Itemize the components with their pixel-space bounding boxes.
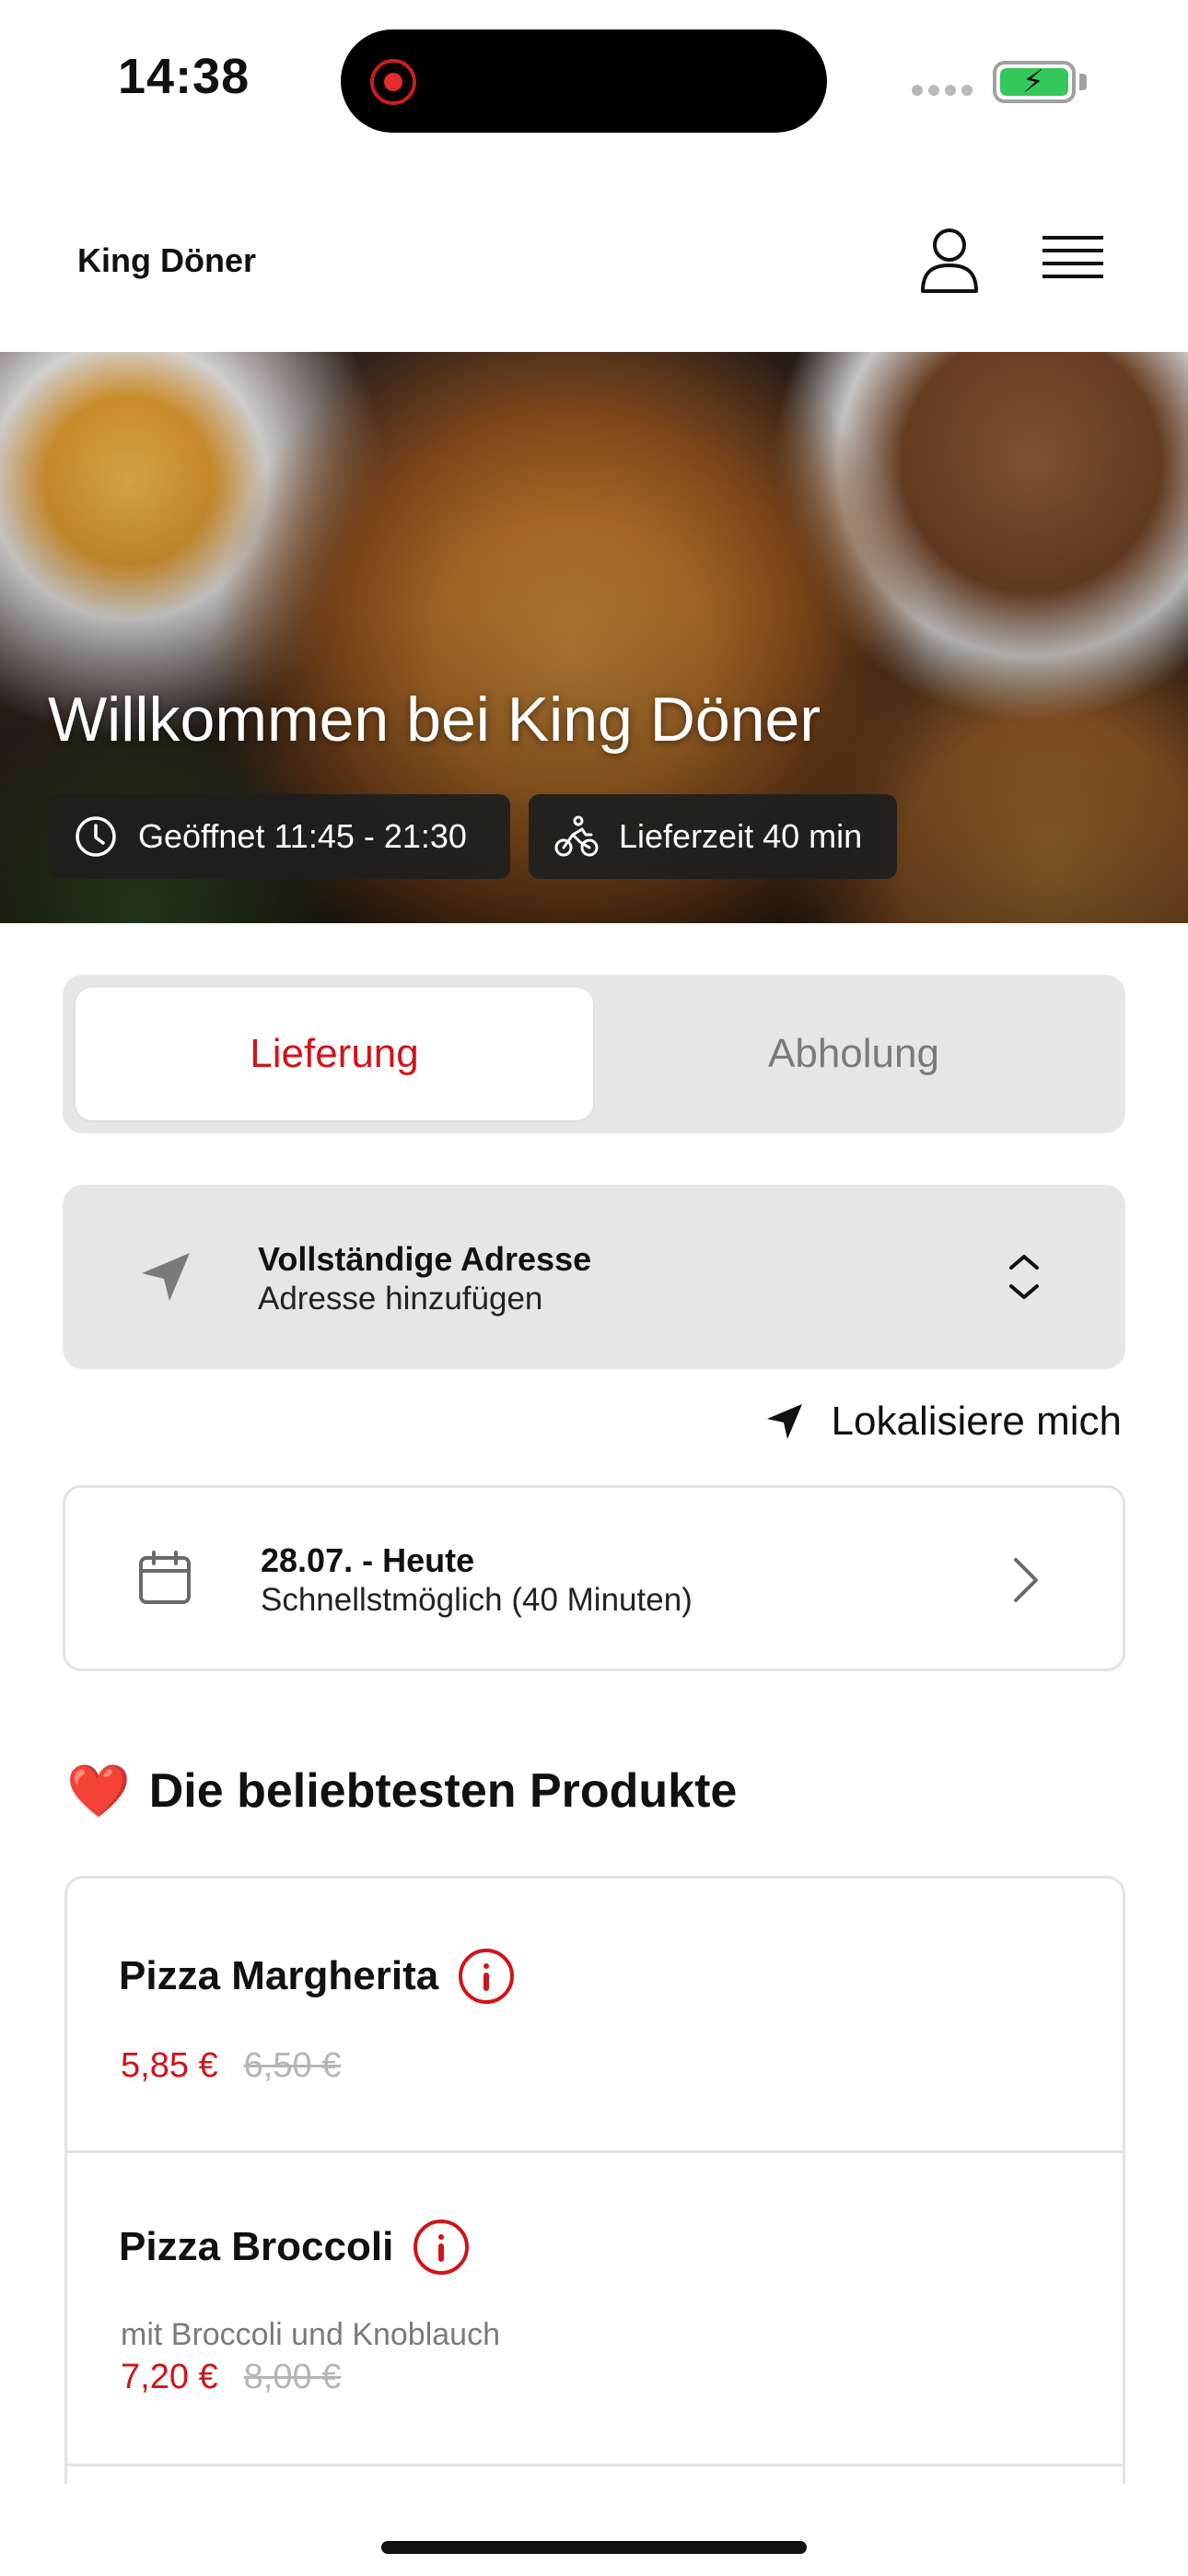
product-name: Pizza Margherita — [119, 1953, 439, 1998]
navigation-arrow-icon — [142, 1253, 190, 1301]
delivery-date-selector[interactable]: 28.07. - Heute Schnellstmöglich (40 Minu… — [63, 1485, 1125, 1671]
brand-name[interactable]: King Döner — [77, 241, 256, 280]
clock-icon — [76, 816, 116, 857]
tab-delivery[interactable]: Lieferung — [76, 988, 593, 1120]
address-subtitle: Adresse hinzufügen — [258, 1281, 543, 1317]
order-mode-toggle: Lieferung Abholung — [63, 975, 1125, 1133]
product-price-row: 7,20 € 8,00 € — [121, 2358, 341, 2397]
address-title: Vollständige Adresse — [258, 1240, 592, 1278]
tab-pickup[interactable]: Abholung — [595, 988, 1112, 1120]
product-name-row: Pizza Broccoli — [119, 2219, 470, 2275]
heart-icon: ❤️ — [66, 1762, 131, 1820]
status-time: 14:38 — [118, 49, 250, 104]
product-price-row: 5,85 € 6,50 € — [121, 2046, 341, 2086]
product-item[interactable]: Pizza Margherita 5,85 € 6,50 € — [67, 1879, 1123, 2153]
date-title: 28.07. - Heute — [261, 1541, 475, 1579]
bicycle-courier-icon — [554, 815, 599, 857]
locate-me-button[interactable]: Lokalisiere mich — [763, 1399, 1122, 1445]
info-icon[interactable] — [413, 2219, 470, 2275]
product-old-price: 8,00 € — [243, 2358, 342, 2396]
opening-hours-text: Geöffnet 11:45 - 21:30 — [138, 817, 467, 855]
hero-banner: Willkommen bei King Döner Geöffnet 11:45… — [0, 352, 1188, 923]
info-icon[interactable] — [459, 1949, 515, 2004]
hero-title: Willkommen bei King Döner — [48, 685, 821, 755]
product-price: 5,85 € — [121, 2046, 218, 2085]
product-description: mit Broccoli und Knoblauch — [121, 2317, 501, 2352]
popular-products-title: Die beliebtesten Produkte — [148, 1764, 738, 1818]
product-item[interactable]: Pizza Broccoli mit Broccoli und Knoblauc… — [67, 2153, 1123, 2466]
chevron-right-icon — [1014, 1558, 1038, 1602]
home-indicator[interactable] — [381, 2541, 807, 2554]
recording-indicator-icon — [370, 59, 416, 105]
battery-icon: ⚡ — [993, 61, 1076, 103]
app-header: King Döner — [0, 184, 1188, 350]
product-list: Pizza Margherita 5,85 € 6,50 € Pizza Bro… — [64, 1876, 1125, 2484]
product-price: 7,20 € — [121, 2358, 218, 2396]
status-bar: 14:38 ⚡ — [0, 0, 1188, 157]
delivery-time-text: Lieferzeit 40 min — [619, 817, 863, 855]
product-name: Pizza Broccoli — [119, 2224, 394, 2269]
locate-me-label: Lokalisiere mich — [831, 1399, 1122, 1444]
opening-hours-chip: Geöffnet 11:45 - 21:30 — [48, 794, 510, 879]
date-subtitle: Schnellstmöglich (40 Minuten) — [261, 1582, 693, 1618]
menu-icon[interactable] — [1042, 232, 1103, 286]
user-icon[interactable] — [917, 225, 982, 295]
product-old-price: 6,50 € — [243, 2046, 342, 2085]
battery-tip — [1079, 74, 1087, 90]
popular-products-heading: ❤️ Die beliebtesten Produkte — [66, 1763, 737, 1819]
chevron-up-down-icon — [1009, 1255, 1039, 1299]
charging-bolt-icon: ⚡ — [1022, 64, 1044, 100]
location-arrow-icon — [766, 1404, 802, 1439]
product-name-row: Pizza Margherita — [119, 1949, 515, 2004]
address-selector[interactable]: Vollständige Adresse Adresse hinzufügen — [63, 1185, 1125, 1369]
delivery-time-chip: Lieferzeit 40 min — [529, 794, 897, 879]
signal-icon — [912, 85, 973, 98]
calendar-icon — [139, 1551, 191, 1604]
